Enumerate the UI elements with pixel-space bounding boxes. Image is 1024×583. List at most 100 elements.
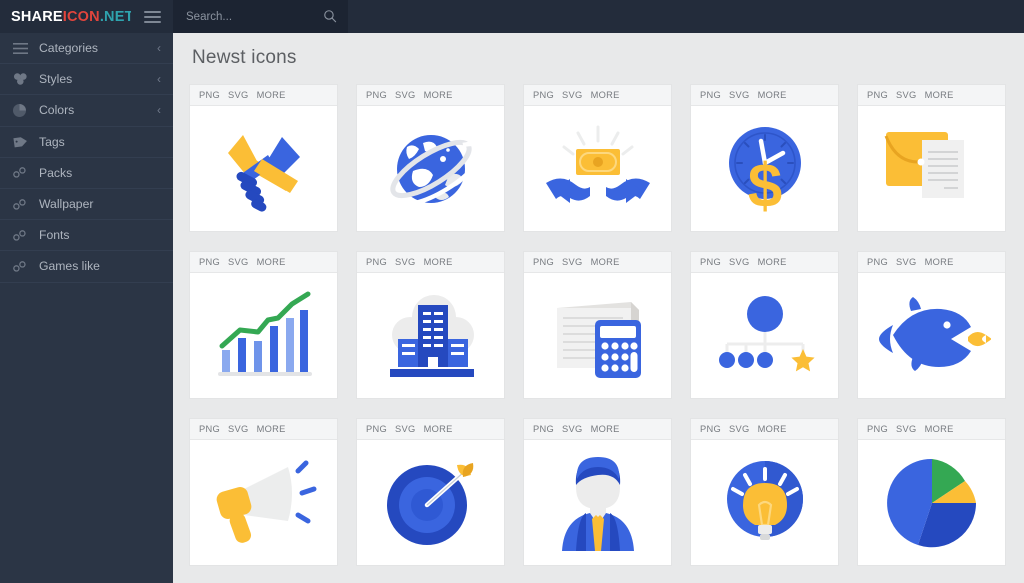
icon-preview[interactable] (357, 273, 504, 398)
sidebar-item-fonts[interactable]: Fonts (0, 220, 173, 252)
icon-card[interactable]: PNG SVG MORE (691, 419, 838, 565)
svg-download-link[interactable]: SVG (896, 90, 917, 100)
more-link[interactable]: MORE (591, 424, 620, 434)
more-link[interactable]: MORE (758, 90, 787, 100)
sidebar-item-categories[interactable]: Categories ‹ (0, 33, 173, 65)
link-icon (13, 228, 32, 242)
svg-download-link[interactable]: SVG (562, 257, 583, 267)
svg-download-link[interactable]: SVG (562, 424, 583, 434)
sidebar-item-label: Categories (39, 41, 98, 56)
icon-preview[interactable] (357, 440, 504, 565)
icon-preview[interactable] (357, 106, 504, 231)
more-link[interactable]: MORE (257, 257, 286, 267)
more-link[interactable]: MORE (424, 424, 453, 434)
icon-preview[interactable] (190, 440, 337, 565)
png-download-link[interactable]: PNG (533, 257, 554, 267)
search-box[interactable] (173, 0, 348, 33)
icon-card[interactable]: PNG SVG MORE (190, 252, 337, 398)
hamburger-icon (143, 8, 161, 26)
png-download-link[interactable]: PNG (867, 90, 888, 100)
svg-download-link[interactable]: SVG (395, 424, 416, 434)
search-input[interactable] (186, 10, 321, 23)
more-link[interactable]: MORE (925, 424, 954, 434)
icon-card[interactable]: PNG SVG MORE (524, 419, 671, 565)
svg-download-link[interactable]: SVG (228, 424, 249, 434)
sidebar-item-colors[interactable]: Colors ‹ (0, 95, 173, 127)
png-download-link[interactable]: PNG (366, 90, 387, 100)
more-link[interactable]: MORE (925, 90, 954, 100)
icon-card[interactable]: PNG SVG MORE (190, 85, 337, 231)
icon-card[interactable]: PNG SVG MORE (858, 85, 1005, 231)
more-link[interactable]: MORE (591, 90, 620, 100)
svg-download-link[interactable]: SVG (395, 90, 416, 100)
sidebar-item-styles[interactable]: Styles ‹ (0, 64, 173, 96)
svg-download-link[interactable]: SVG (729, 257, 750, 267)
png-download-link[interactable]: PNG (366, 424, 387, 434)
more-link[interactable]: MORE (257, 424, 286, 434)
icon-card[interactable]: PNG SVG MORE (691, 252, 838, 398)
icon-preview[interactable] (858, 273, 1005, 398)
icon-preview[interactable] (858, 106, 1005, 231)
svg-download-link[interactable]: SVG (228, 90, 249, 100)
icon-card[interactable]: PNG SVG MORE (858, 419, 1005, 565)
card-actions: PNG SVG MORE (190, 419, 337, 440)
icon-preview[interactable] (524, 106, 671, 231)
svg-download-link[interactable]: SVG (896, 424, 917, 434)
sidebar-item-wallpaper[interactable]: Wallpaper (0, 189, 173, 221)
more-link[interactable]: MORE (925, 257, 954, 267)
png-download-link[interactable]: PNG (533, 424, 554, 434)
megaphone-icon (216, 460, 316, 543)
png-download-link[interactable]: PNG (533, 90, 554, 100)
sidebar-item-tags[interactable]: Tags (0, 127, 173, 158)
icon-card[interactable]: PNG SVG MORE $ (691, 85, 838, 231)
menu-toggle-button[interactable] (131, 0, 173, 33)
png-download-link[interactable]: PNG (199, 257, 220, 267)
png-download-link[interactable]: PNG (867, 257, 888, 267)
icon-preview[interactable] (524, 440, 671, 565)
more-link[interactable]: MORE (591, 257, 620, 267)
icon-card[interactable]: PNG SVG MORE (357, 85, 504, 231)
svg-download-link[interactable]: SVG (729, 424, 750, 434)
chevron-left-icon[interactable]: ‹ (157, 104, 161, 116)
icon-card[interactable]: PNG SVG MORE (190, 419, 337, 565)
icon-preview[interactable]: $ (691, 106, 838, 231)
chevron-left-icon[interactable]: ‹ (157, 42, 161, 54)
png-download-link[interactable]: PNG (867, 424, 888, 434)
svg-download-link[interactable]: SVG (896, 257, 917, 267)
icon-preview[interactable] (524, 273, 671, 398)
icon-preview[interactable] (691, 273, 838, 398)
png-download-link[interactable]: PNG (199, 90, 220, 100)
icon-card[interactable]: PNG SVG MORE (524, 85, 671, 231)
more-link[interactable]: MORE (257, 90, 286, 100)
logo-icon: ICON (62, 8, 100, 25)
svg-download-link[interactable]: SVG (228, 257, 249, 267)
chevron-left-icon[interactable]: ‹ (157, 73, 161, 85)
card-actions: PNG SVG MORE (357, 419, 504, 440)
search-icon[interactable] (323, 9, 337, 23)
png-download-link[interactable]: PNG (700, 90, 721, 100)
icon-card[interactable]: PNG SVG MORE (524, 252, 671, 398)
png-download-link[interactable]: PNG (700, 424, 721, 434)
icon-card[interactable]: PNG SVG MORE (357, 252, 504, 398)
hands-money-icon (545, 125, 650, 203)
site-logo[interactable]: SHAREICON.NET (0, 0, 133, 33)
svg-download-link[interactable]: SVG (562, 90, 583, 100)
icon-card[interactable]: PNG SVG MORE (858, 252, 1005, 398)
card-actions: PNG SVG MORE (691, 85, 838, 106)
icon-preview[interactable] (691, 440, 838, 565)
sidebar-item-games-like[interactable]: Games like (0, 251, 173, 283)
icon-preview[interactable] (190, 106, 337, 231)
more-link[interactable]: MORE (758, 257, 787, 267)
png-download-link[interactable]: PNG (366, 257, 387, 267)
more-link[interactable]: MORE (758, 424, 787, 434)
more-link[interactable]: MORE (424, 257, 453, 267)
icon-preview[interactable] (190, 273, 337, 398)
svg-download-link[interactable]: SVG (395, 257, 416, 267)
svg-download-link[interactable]: SVG (729, 90, 750, 100)
png-download-link[interactable]: PNG (700, 257, 721, 267)
more-link[interactable]: MORE (424, 90, 453, 100)
icon-preview[interactable] (858, 440, 1005, 565)
icon-card[interactable]: PNG SVG MORE (357, 419, 504, 565)
png-download-link[interactable]: PNG (199, 424, 220, 434)
sidebar-item-packs[interactable]: Packs (0, 158, 173, 189)
